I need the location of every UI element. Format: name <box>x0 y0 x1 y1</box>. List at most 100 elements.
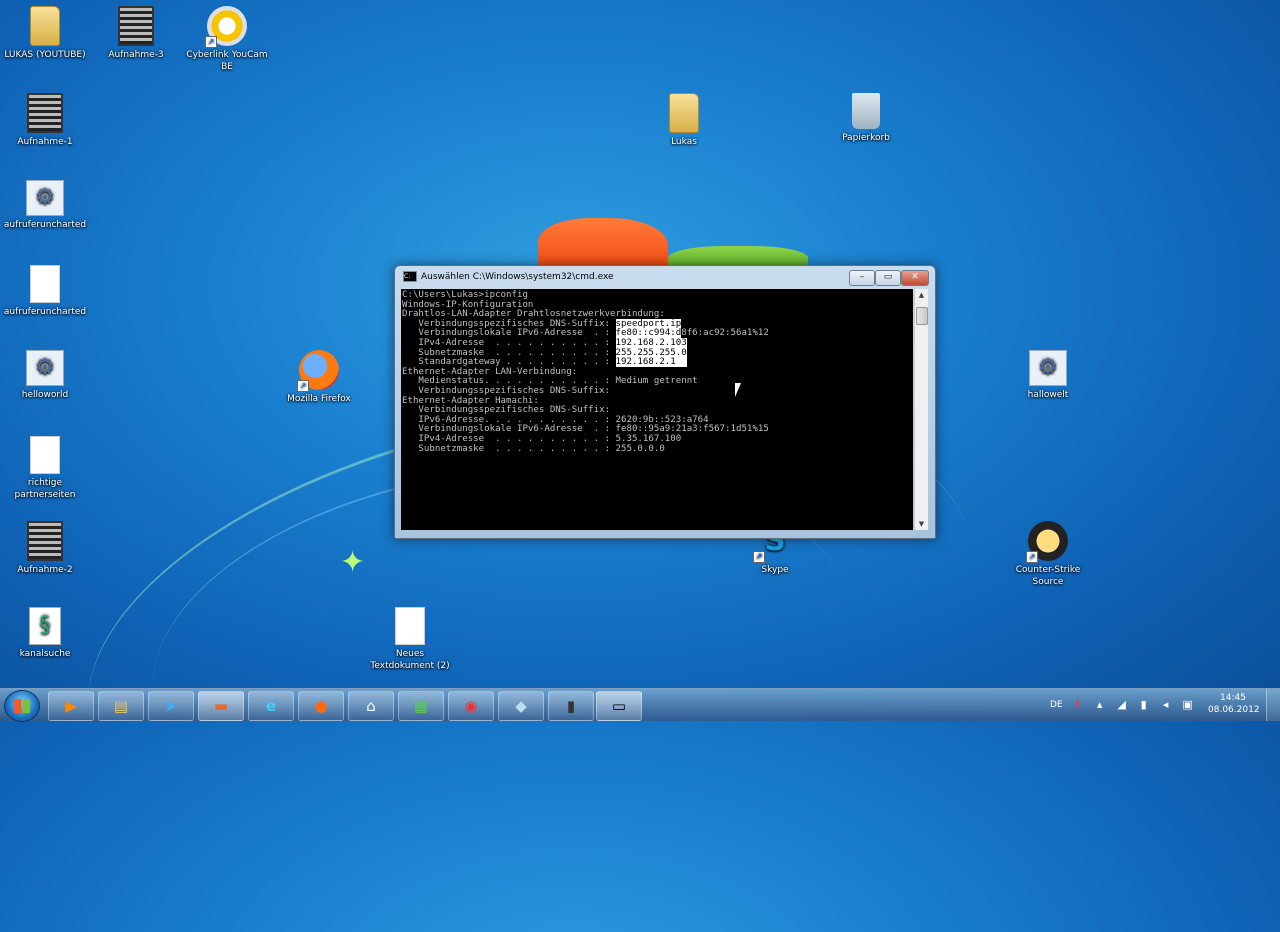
desktop-icon-aufruferuncharted-bat[interactable]: ⚙ aufruferuncharted <box>0 180 90 231</box>
start-button[interactable] <box>4 690 40 722</box>
desktop-icon-richtige-partnerseiten[interactable]: richtige partnerseiten <box>0 436 90 501</box>
app-icon: ▬ <box>213 697 229 715</box>
cmd-icon: C: <box>403 271 417 282</box>
batch-file-icon: ⚙ <box>26 350 64 386</box>
text-file-icon <box>30 436 60 474</box>
desktop-icon-counter-strike[interactable]: ↗ Counter-Strike Source <box>1003 521 1093 588</box>
recycle-bin-icon <box>852 93 880 129</box>
desktop-icon-label: aufruferuncharted <box>3 220 87 230</box>
selected-text: 255.255.255.0 <box>615 347 687 358</box>
console-line: Subnetzmaske . . . . . . . . . . : 255.0… <box>402 443 665 454</box>
shortcut-arrow-icon: ↗ <box>753 551 765 563</box>
selected-text: fe80::c994:d <box>615 328 682 339</box>
desktop-icon-lukas-youtube[interactable]: LUKAS (YOUTUBE) <box>0 6 90 61</box>
desktop-icon-label: LUKAS (YOUTUBE) <box>4 50 86 60</box>
maximize-button[interactable]: ▭ <box>875 270 901 286</box>
desktop-icon-aufnahme-2[interactable]: Aufnahme-2 <box>0 521 90 576</box>
show-desktop-button[interactable] <box>1266 689 1280 721</box>
cmd-title-text: Auswählen C:\Windows\system32\cmd.exe <box>421 271 614 282</box>
arrow-app-icon: ➤ <box>164 697 178 715</box>
taskbar-app-10[interactable]: ◆ <box>498 691 544 721</box>
notepad-icon: ▦ <box>413 697 429 715</box>
desktop-icon-hallowelt[interactable]: ⚙ hallowelt <box>1003 350 1093 401</box>
desktop-icon-papierkorb[interactable]: Papierkorb <box>821 93 911 144</box>
desktop-icon-helloworld[interactable]: ⚙ helloworld <box>0 350 90 401</box>
scroll-down-icon[interactable]: ▼ <box>915 518 928 530</box>
desktop-icon-label: Aufnahme-2 <box>17 565 73 575</box>
taskbar-notepad[interactable]: ▦ <box>398 691 444 721</box>
internet-explorer-icon: e <box>265 697 277 715</box>
taskbar-internet-explorer[interactable]: e <box>248 691 294 721</box>
scroll-thumb[interactable] <box>916 307 928 325</box>
text-file-icon <box>395 607 425 645</box>
desktop-icon-label: Skype <box>761 565 789 575</box>
cmd-window[interactable]: C: Auswählen C:\Windows\system32\cmd.exe… <box>394 265 936 539</box>
desktop-icon-label: aufruferuncharted <box>3 307 87 317</box>
firefox-icon: ● <box>314 697 328 715</box>
desktop-icon-lukas[interactable]: Lukas <box>639 93 729 148</box>
taskbar-hp[interactable]: ⌂ <box>348 691 394 721</box>
wallpaper-sparkle-icon: ✦ <box>340 545 366 580</box>
action-center-icon[interactable]: ! <box>1071 698 1085 712</box>
desktop-icon-aufruferuncharted-txt[interactable]: aufruferuncharted <box>0 265 90 318</box>
selected-text: 192.168.2.103 <box>615 337 687 348</box>
folder-icon <box>30 6 60 46</box>
mouse-cursor-icon <box>735 383 741 397</box>
folder-icon <box>669 93 699 133</box>
video-file-icon <box>27 521 63 561</box>
clock[interactable]: 14:45 08.06.2012 <box>1208 692 1260 716</box>
windows-logo-icon <box>14 699 30 713</box>
network-icon[interactable]: ◢ <box>1115 698 1129 712</box>
desktop-icon-label: Mozilla Firefox <box>287 394 351 404</box>
app-icon: ◆ <box>515 697 527 715</box>
chrome-icon: ◉ <box>464 697 478 715</box>
security-icon[interactable]: ▣ <box>1181 698 1195 712</box>
cmd-titlebar[interactable]: C: Auswählen C:\Windows\system32\cmd.exe <box>403 271 614 282</box>
desktop-icon-label: kanalsuche <box>19 649 71 659</box>
desktop-icon-neues-textdokument[interactable]: Neues Textdokument (2) <box>365 607 455 672</box>
taskbar-app-4[interactable]: ▬ <box>198 691 244 721</box>
show-hidden-icons-icon[interactable]: ▴ <box>1093 698 1107 712</box>
close-button[interactable]: ✕ <box>901 270 929 286</box>
text-file-icon <box>30 265 60 303</box>
desktop-icon-label: Aufnahme-3 <box>108 50 164 60</box>
taskbar-app-3[interactable]: ➤ <box>148 691 194 721</box>
webcam-icon: ↗ <box>205 6 247 48</box>
scroll-up-icon[interactable]: ▲ <box>915 289 928 301</box>
cmd-scrollbar[interactable]: ▲ ▼ <box>914 289 928 530</box>
console-label: Standardgateway . . . . . . . . . : <box>402 357 616 368</box>
console-label: Subnetzmaske . . . . . . . . . . : <box>402 347 616 358</box>
cmd-icon: ▭ <box>611 697 627 715</box>
taskbar-cmd[interactable]: ▭ <box>596 691 642 721</box>
clock-date: 08.06.2012 <box>1208 705 1260 715</box>
taskbar-explorer[interactable]: ▤ <box>98 691 144 721</box>
desktop-icon-aufnahme-3[interactable]: Aufnahme-3 <box>91 6 181 61</box>
volume-icon[interactable]: ◂ <box>1159 698 1173 712</box>
taskbar-chrome[interactable]: ◉ <box>448 691 494 721</box>
taskbar-app-11[interactable]: ▮ <box>548 691 594 721</box>
desktop-icon-label: Neues Textdokument (2) <box>370 649 450 671</box>
desktop-icon-label: helloworld <box>21 390 69 400</box>
batch-file-icon: ⚙ <box>26 180 64 216</box>
minimize-button[interactable]: – <box>849 270 875 286</box>
media-player-icon: ▶ <box>65 697 77 715</box>
desktop-icon-firefox[interactable]: ↗ Mozilla Firefox <box>274 350 364 405</box>
taskbar-media-player[interactable]: ▶ <box>48 691 94 721</box>
console-value: 8f6:ac92:56a1%12 <box>681 328 769 339</box>
counter-strike-icon: ↗ <box>1026 521 1068 563</box>
video-file-icon <box>118 6 154 46</box>
language-indicator[interactable]: DE <box>1050 700 1063 710</box>
shortcut-arrow-icon: ↗ <box>297 380 309 392</box>
battery-icon[interactable]: ▮ <box>1137 698 1151 712</box>
system-tray: DE ! ▴ ◢ ▮ ◂ ▣ <box>1050 689 1195 721</box>
console-label: Verbindungslokale IPv6-Adresse . : <box>402 328 616 339</box>
desktop-icon-aufnahme-1[interactable]: Aufnahme-1 <box>0 93 90 148</box>
cmd-console[interactable]: C:\Users\Lukas>ipconfig Windows-IP-Konfig… <box>401 289 913 530</box>
desktop-icon-kanalsuche[interactable]: § kanalsuche <box>0 607 90 660</box>
desktop-icon-label: Papierkorb <box>842 133 890 143</box>
cmd-output: C:\Users\Lukas>ipconfig Windows-IP-Konfig… <box>401 289 913 456</box>
desktop-icon-label: Aufnahme-1 <box>17 137 73 147</box>
desktop-icon-label: Cyberlink YouCam BE <box>186 50 268 72</box>
taskbar-firefox[interactable]: ● <box>298 691 344 721</box>
desktop-icon-cyberlink[interactable]: ↗ Cyberlink YouCam BE <box>182 6 272 73</box>
